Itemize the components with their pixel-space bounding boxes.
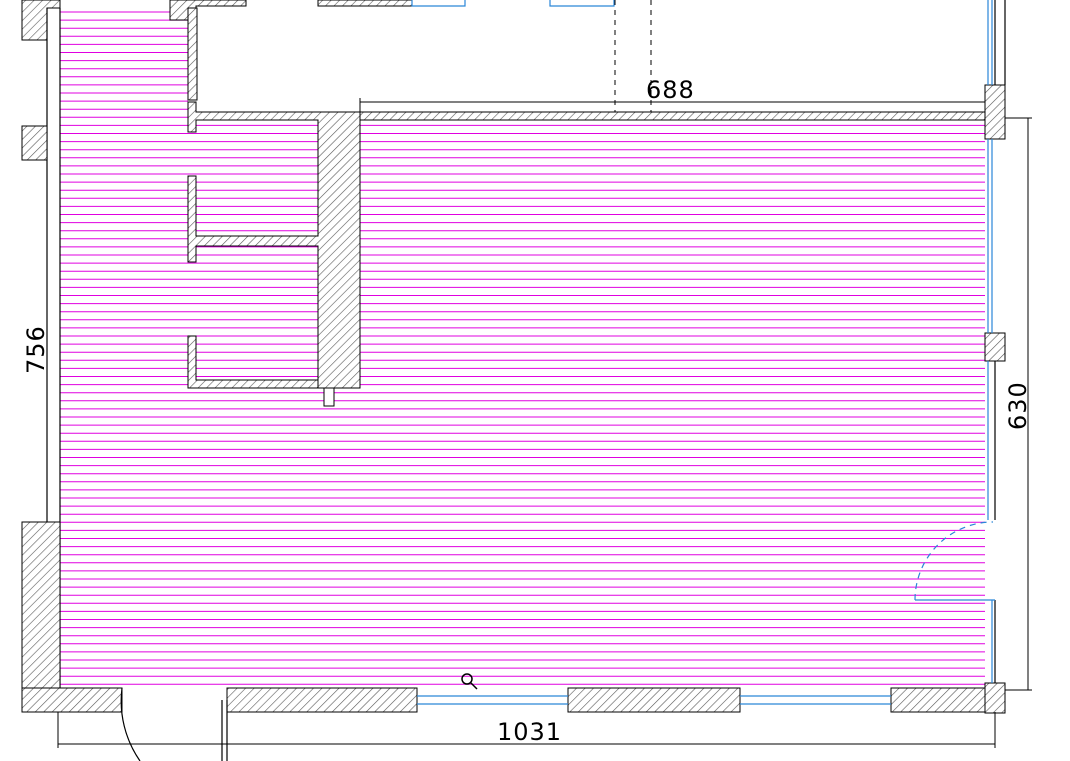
wall-segment (890, 687, 986, 713)
wall-segment (21, 687, 123, 713)
wall-segment (984, 682, 1006, 714)
wall-segment (567, 687, 741, 713)
wall-segment (226, 687, 418, 713)
column-stub (323, 387, 335, 407)
dimension-left-label: 756 (22, 325, 50, 374)
entry-door (120, 687, 228, 761)
window (987, 139, 993, 333)
window (987, 0, 993, 85)
window (411, 0, 466, 7)
wall-segment (359, 111, 986, 121)
wall-segment (21, 0, 61, 41)
wall-segment (984, 84, 1006, 140)
wall-segment (187, 101, 361, 389)
wall-segment (21, 521, 61, 689)
window (987, 361, 993, 683)
window (740, 695, 891, 705)
door-swing-arc (120, 687, 141, 761)
dimension-bottom-label: 1031 (497, 718, 562, 746)
walls (21, 0, 1006, 714)
window (417, 695, 568, 705)
wall-segment (169, 0, 247, 21)
wall-segment (317, 0, 413, 7)
dimension-right-label: 630 (1004, 381, 1032, 430)
wall-segment (187, 7, 198, 101)
dimension-top-label: 688 (646, 76, 695, 104)
floor-plan-drawing[interactable]: 688 630 756 1031 (0, 0, 1070, 761)
wall-segment (984, 332, 1006, 362)
window (549, 0, 615, 7)
wall-segment (21, 125, 48, 161)
door-swing-arc (914, 521, 994, 601)
dimension-lines (57, 98, 1032, 748)
